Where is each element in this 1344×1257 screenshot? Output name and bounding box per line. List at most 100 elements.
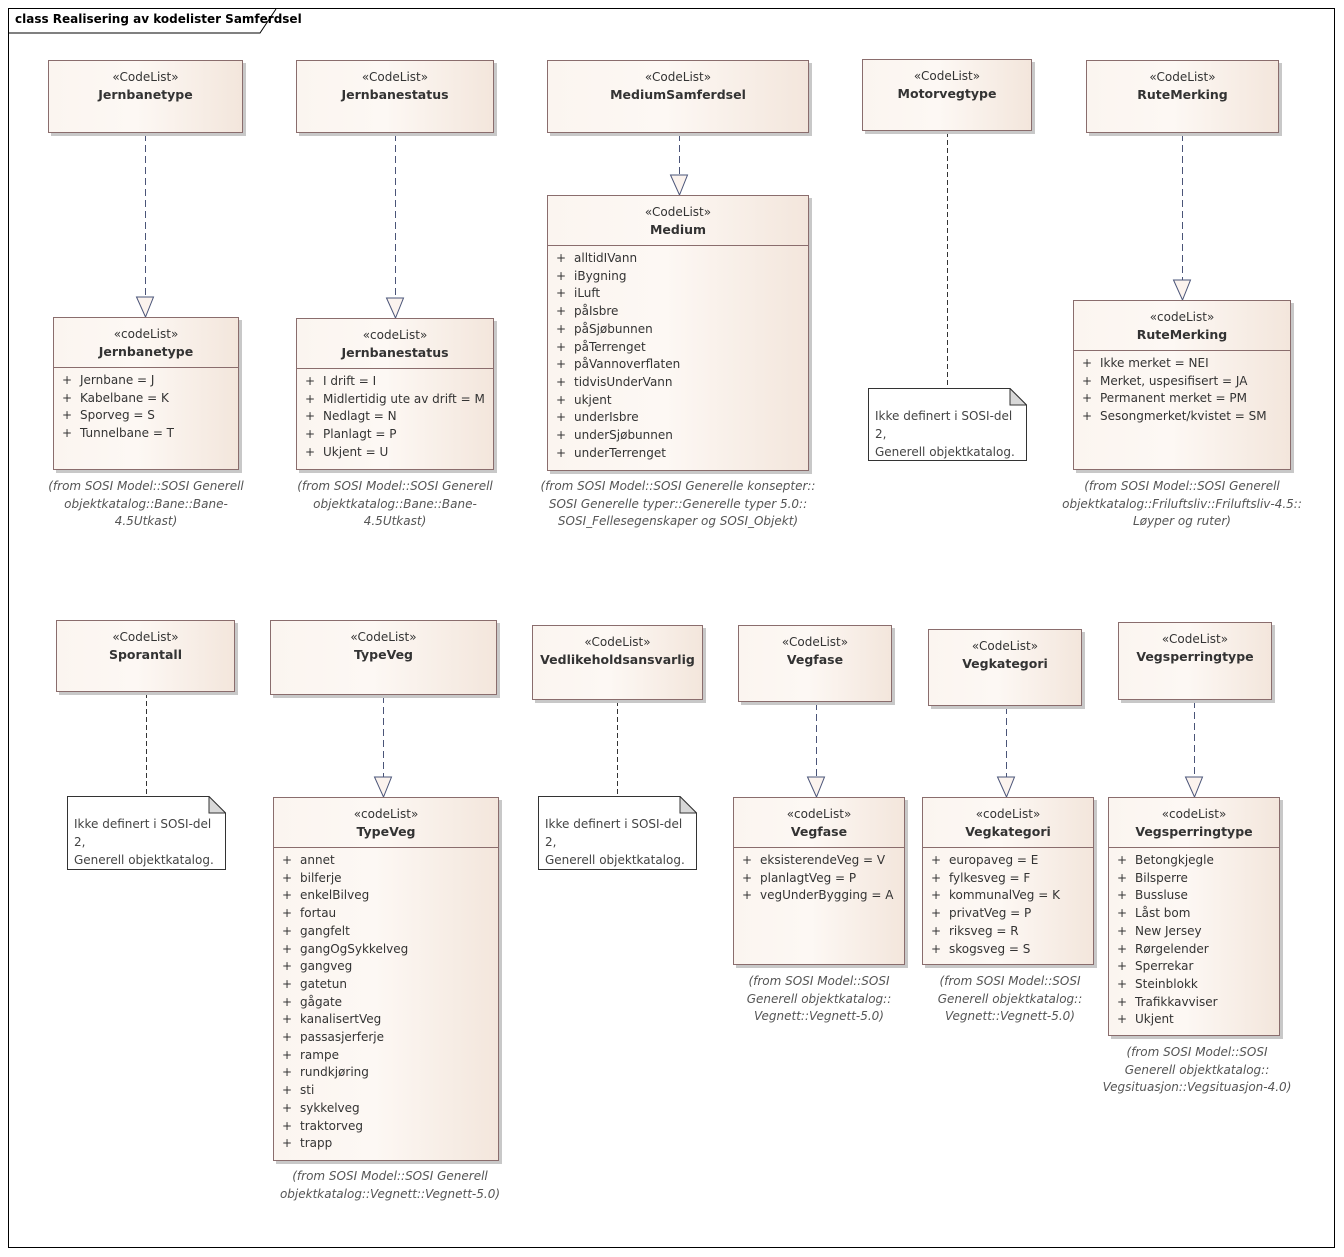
class-typeveg[interactable]: «codeList» TypeVeg + annet + bilferje + enkelB…	[273, 797, 499, 1161]
class-vegkategori-source[interactable]: «CodeList» Vegkategori	[928, 629, 1082, 706]
attribute-row[interactable]: + gågate	[274, 994, 498, 1012]
class-vegfase-source[interactable]: «CodeList» Vegfase	[738, 625, 892, 702]
attribute-row[interactable]: + Kabelbane = K	[54, 390, 238, 408]
attribute-row[interactable]: + vegUnderBygging = A	[734, 887, 904, 905]
attribute-row[interactable]: + Planlagt = P	[297, 426, 493, 444]
attribute-list: + alltidIVann + iBygning + iLuft + påIsbre + påSj…	[548, 246, 808, 462]
stereotype-label: «CodeList»	[584, 635, 651, 649]
attribute-row[interactable]: + ukjent	[548, 392, 808, 410]
class-jernbanetype[interactable]: «codeList» Jernbanetype + Jernbane = J + Kab…	[53, 317, 239, 470]
attribute-row[interactable]: + Betongkjegle	[1109, 852, 1279, 870]
attribute-row[interactable]: + iBygning	[548, 268, 808, 286]
attribute-row[interactable]: + påVannoverflaten	[548, 356, 808, 374]
attribute-row[interactable]: + europaveg = E	[923, 852, 1093, 870]
note-vedlikeholdsansvarlig[interactable]: Ikke definert i SOSI-del 2, Generell obj…	[538, 796, 697, 870]
attribute-row[interactable]: + gangveg	[274, 958, 498, 976]
attribute-row[interactable]: + trapp	[274, 1135, 498, 1153]
attribute-row[interactable]: + underSjøbunnen	[548, 427, 808, 445]
attribute-row[interactable]: + passasjerferje	[274, 1029, 498, 1047]
class-rutemerking[interactable]: «codeList» RuteMerking + Ikke merket = NEI…	[1073, 300, 1291, 470]
attribute-row[interactable]: + New Jersey	[1109, 923, 1279, 941]
attribute-row[interactable]: + Bussluse	[1109, 887, 1279, 905]
visibility-marker: +	[555, 392, 567, 407]
attribute-row[interactable]: + Nedlagt = N	[297, 408, 493, 426]
class-jernbanestatus[interactable]: «codeList» Jernbanestatus + I drift = I + Mi…	[296, 318, 494, 470]
class-vegsperringtype-source[interactable]: «CodeList» Vegsperringtype	[1118, 622, 1272, 700]
attribute-row[interactable]: + Sperrekar	[1109, 958, 1279, 976]
attribute-row[interactable]: + annet	[274, 852, 498, 870]
attribute-row[interactable]: + Ikke merket = NEI	[1074, 355, 1290, 373]
attribute-row[interactable]: + Sporveg = S	[54, 407, 238, 425]
note-motorvegtype[interactable]: Ikke definert i SOSI-del 2, Generell obj…	[868, 388, 1027, 461]
attribute-row[interactable]: + sti	[274, 1082, 498, 1100]
class-vegkategori[interactable]: «codeList» Vegkategori + europaveg = E + fyl…	[922, 797, 1094, 965]
attribute-row[interactable]: + fortau	[274, 905, 498, 923]
attribute-row[interactable]: + Permanent merket = PM	[1074, 390, 1290, 408]
attribute-row[interactable]: + enkelBilveg	[274, 887, 498, 905]
attribute-row[interactable]: + traktorveg	[274, 1118, 498, 1136]
class-motorvegtype[interactable]: «CodeList» Motorvegtype	[862, 59, 1032, 131]
attribute-row[interactable]: + I drift = I	[297, 373, 493, 391]
class-vegsperringtype[interactable]: «codeList» Vegsperringtype + Betongkjegle +…	[1108, 797, 1280, 1036]
class-medium[interactable]: «CodeList» Medium + alltidIVann + iBygning + i…	[547, 195, 809, 471]
attribute-row[interactable]: + gangOgSykkelveg	[274, 941, 498, 959]
attribute-row[interactable]: + påTerrenget	[548, 339, 808, 357]
class-typeveg-source[interactable]: «CodeList» TypeVeg	[270, 620, 497, 695]
attribute-row[interactable]: + Jernbane = J	[54, 372, 238, 390]
note-sporantall[interactable]: Ikke definert i SOSI-del 2, Generell obj…	[67, 796, 226, 870]
attribute-row[interactable]: + fylkesveg = F	[923, 870, 1093, 888]
visibility-marker: +	[281, 941, 293, 956]
attribute-name: fylkesveg = F	[949, 870, 1031, 885]
attribute-row[interactable]: + Tunnelbane = T	[54, 425, 238, 443]
attribute-name: påSjøbunnen	[574, 321, 653, 336]
attribute-row[interactable]: + planlagtVeg = P	[734, 870, 904, 888]
attribute-row[interactable]: + kommunalVeg = K	[923, 887, 1093, 905]
attribute-list: + Jernbane = J + Kabelbane = K + Sporveg = S +…	[54, 368, 238, 443]
visibility-marker: +	[281, 1012, 293, 1027]
attribute-row[interactable]: + Trafikkavviser	[1109, 994, 1279, 1012]
source-package-label: (from SOSI Model::SOSI Generell objektka…	[48, 479, 244, 528]
attribute-row[interactable]: + Låst bom	[1109, 905, 1279, 923]
attribute-row[interactable]: + Bilsperre	[1109, 870, 1279, 888]
attribute-row[interactable]: + Steinblokk	[1109, 976, 1279, 994]
attribute-row[interactable]: + privatVeg = P	[923, 905, 1093, 923]
attribute-row[interactable]: + kanalisertVeg	[274, 1011, 498, 1029]
attribute-row[interactable]: + Midlertidig ute av drift = M	[297, 391, 493, 409]
attribute-row[interactable]: + underTerrenget	[548, 445, 808, 463]
attribute-row[interactable]: + påSjøbunnen	[548, 321, 808, 339]
attribute-name: trapp	[300, 1136, 333, 1151]
attribute-row[interactable]: + gatetun	[274, 976, 498, 994]
attribute-row[interactable]: + Ukjent = U	[297, 444, 493, 462]
attribute-row[interactable]: + iLuft	[548, 285, 808, 303]
attribute-row[interactable]: + Merket, uspesifisert = JA	[1074, 373, 1290, 391]
attribute-row[interactable]: + sykkelveg	[274, 1100, 498, 1118]
visibility-marker: +	[555, 304, 567, 319]
class-vegfase[interactable]: «codeList» Vegfase + eksisterendeVeg = V + p…	[733, 797, 905, 965]
attribute-row[interactable]: + Sesongmerket/kvistet = SM	[1074, 408, 1290, 426]
class-name: Vegkategori	[962, 656, 1048, 671]
attribute-row[interactable]: + påIsbre	[548, 303, 808, 321]
attribute-row[interactable]: + alltidIVann	[548, 250, 808, 268]
class-jernbanetype-source[interactable]: «CodeList» Jernbanetype	[48, 60, 243, 133]
attribute-row[interactable]: + gangfelt	[274, 923, 498, 941]
attribute-row[interactable]: + bilferje	[274, 870, 498, 888]
attribute-row[interactable]: + Ukjent	[1109, 1011, 1279, 1029]
class-rutemerking-source[interactable]: «CodeList» RuteMerking	[1086, 60, 1279, 133]
attribute-row[interactable]: + rundkjøring	[274, 1064, 498, 1082]
attribute-row[interactable]: + underIsbre	[548, 409, 808, 427]
class-sporantall[interactable]: «CodeList» Sporantall	[56, 620, 235, 692]
attribute-row[interactable]: + riksveg = R	[923, 923, 1093, 941]
visibility-marker: +	[555, 445, 567, 460]
attribute-row[interactable]: + Rørgelender	[1109, 941, 1279, 959]
class-jernbanestatus-source[interactable]: «CodeList» Jernbanestatus	[296, 60, 494, 133]
visibility-marker: +	[281, 888, 293, 903]
visibility-marker: +	[741, 888, 753, 903]
attribute-name: rundkjøring	[300, 1065, 369, 1080]
class-vedlikeholdsansvarlig[interactable]: «CodeList» Vedlikeholdsansvarlig	[532, 625, 703, 700]
attribute-row[interactable]: + tidvisUnderVann	[548, 374, 808, 392]
class-mediumsamferdsel[interactable]: «CodeList» MediumSamferdsel	[547, 60, 809, 133]
attribute-row[interactable]: + rampe	[274, 1047, 498, 1065]
attribute-row[interactable]: + skogsveg = S	[923, 941, 1093, 959]
attribute-row[interactable]: + eksisterendeVeg = V	[734, 852, 904, 870]
attribute-list: + europaveg = E + fylkesveg = F + kommunalVeg…	[923, 848, 1093, 958]
